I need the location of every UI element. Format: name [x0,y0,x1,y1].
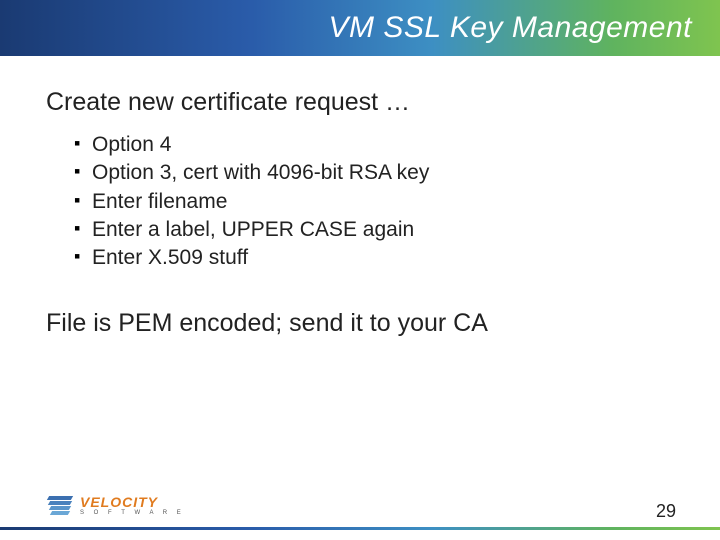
content-area: Create new certificate request … Option … [0,56,720,338]
logo-name: VELOCITY [80,495,185,509]
page-number: 29 [656,501,676,522]
header-bar: VM SSL Key Management [0,0,720,56]
list-item: Enter X.509 stuff [74,244,674,272]
footer: VELOCITY S O F T W A R E 29 [0,486,720,540]
logo-subtitle: S O F T W A R E [80,510,185,516]
list-item: Option 4 [74,131,674,159]
heading-1: Create new certificate request … [46,88,674,117]
velocity-logo: VELOCITY S O F T W A R E [46,495,185,516]
list-item: Enter a label, UPPER CASE again [74,216,674,244]
footer-divider [0,527,720,530]
logo-mark-icon [46,496,74,516]
logo-text: VELOCITY S O F T W A R E [80,495,185,516]
list-item: Option 3, cert with 4096-bit RSA key [74,159,674,187]
bullet-list: Option 4 Option 3, cert with 4096-bit RS… [46,131,674,273]
heading-2: File is PEM encoded; send it to your CA [46,309,674,338]
slide-title: VM SSL Key Management [329,11,692,45]
list-item: Enter filename [74,188,674,216]
